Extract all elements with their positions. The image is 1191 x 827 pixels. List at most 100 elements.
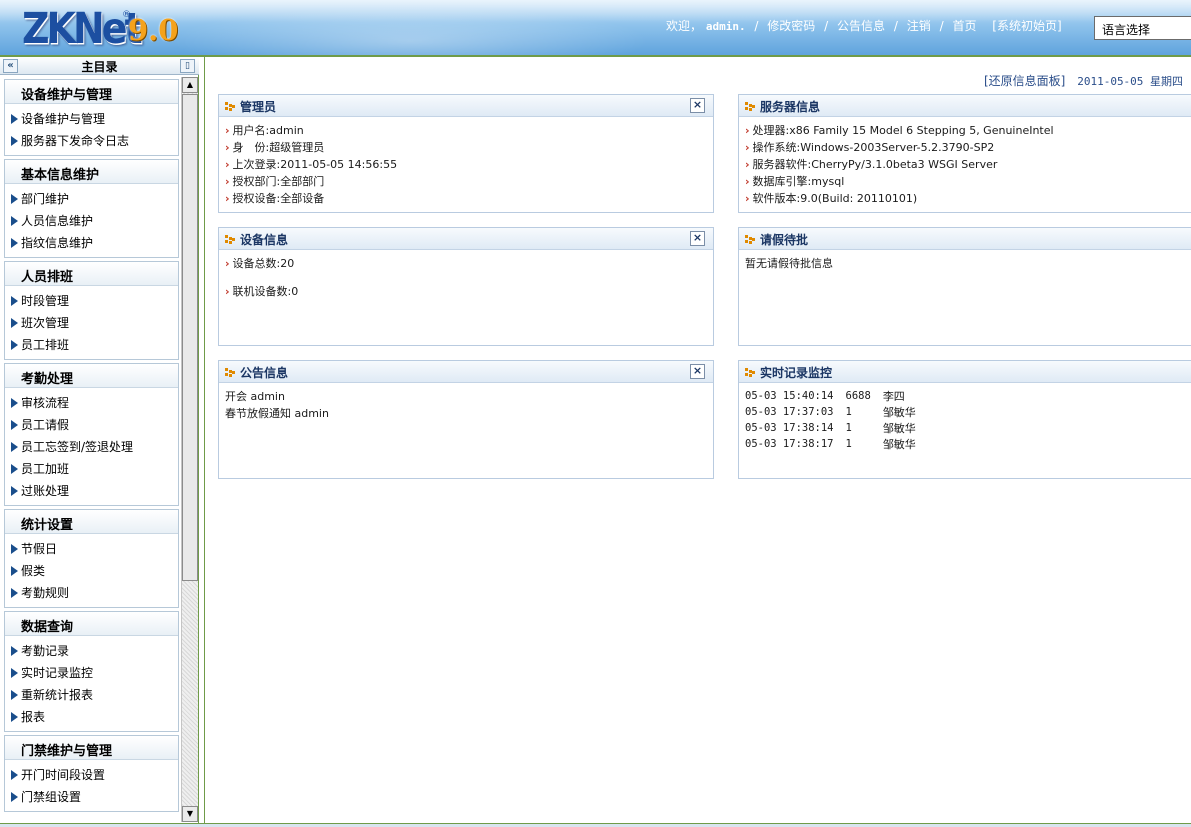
- grid-dots-icon: [225, 368, 235, 377]
- nav-separator: /: [893, 19, 898, 33]
- menu-item-label: 时段管理: [21, 294, 70, 308]
- menu-item-overtime[interactable]: 员工加班: [5, 457, 178, 479]
- menu-item-label: 班次管理: [21, 316, 70, 330]
- grid-dots-icon: [225, 235, 235, 244]
- menu-item-forgot-sign[interactable]: 员工忘签到/签退处理: [5, 435, 178, 457]
- panel-header: 请假待批: [739, 228, 1191, 250]
- scroll-down-icon[interactable]: ▼: [182, 806, 198, 822]
- sidebar-scrollbar[interactable]: ▲ ▼: [181, 77, 198, 822]
- scroll-up-icon[interactable]: ▲: [182, 77, 198, 93]
- close-icon[interactable]: ×: [690, 364, 705, 379]
- close-icon[interactable]: ×: [690, 98, 705, 113]
- menu-item-leave-types[interactable]: 假类: [5, 559, 178, 581]
- scroll-thumb[interactable]: [182, 94, 198, 581]
- menu-item-label: 过账处理: [21, 484, 70, 498]
- menu-item-shift[interactable]: 班次管理: [5, 311, 178, 333]
- chevron-right-icon: ›: [225, 257, 230, 270]
- menu-item-server-command-log[interactable]: 服务器下发命令日志: [5, 129, 178, 151]
- server-panel: 服务器信息 › 处理器:x86 Family 15 Model 6 Steppin…: [738, 94, 1191, 213]
- nav-separator: /: [754, 19, 759, 33]
- panel-header: 实时记录监控: [739, 361, 1191, 383]
- menu-item-leave[interactable]: 员工请假: [5, 413, 178, 435]
- info-row: › 用户名:admin: [225, 122, 713, 139]
- triangle-right-icon: [11, 588, 18, 598]
- logout-link[interactable]: 注销: [907, 19, 931, 33]
- menu-group-title[interactable]: 统计设置: [5, 510, 178, 534]
- sidebar-title-bar: 主目录 « ▯: [0, 57, 199, 75]
- menu-item-device-maintenance[interactable]: 设备维护与管理: [5, 107, 178, 129]
- menu-item-holidays[interactable]: 节假日: [5, 537, 178, 559]
- triangle-right-icon: [11, 114, 18, 124]
- triangle-right-icon: [11, 566, 18, 576]
- info-row: › 设备总数:20: [225, 255, 713, 272]
- restore-panels-link[interactable]: [还原信息面板]: [984, 74, 1065, 88]
- notice-item[interactable]: 开会 admin: [225, 388, 713, 405]
- pin-icon[interactable]: ▯: [180, 59, 195, 73]
- triangle-right-icon: [11, 318, 18, 328]
- menu-group-title[interactable]: 门禁维护与管理: [5, 736, 178, 760]
- menu-item-fingerprint[interactable]: 指纹信息维护: [5, 231, 178, 253]
- grid-dots-icon: [745, 102, 755, 111]
- menu-item-recalculate-reports[interactable]: 重新统计报表: [5, 683, 178, 705]
- record-name: 邹敏华: [882, 438, 916, 451]
- menu-item-access-group[interactable]: 门禁组设置: [5, 785, 178, 807]
- info-text: 软件版本:9.0(Build: 20110101): [752, 192, 918, 205]
- menu-item-attendance-records[interactable]: 考勤记录: [5, 639, 178, 661]
- chevron-right-icon: ›: [745, 124, 750, 137]
- current-date: 2011-05-05 星期四: [1077, 75, 1184, 88]
- triangle-right-icon: [11, 420, 18, 430]
- record-time: 05-03 17:37:03: [745, 406, 834, 418]
- change-password-link[interactable]: 修改密码: [767, 19, 815, 33]
- chevron-right-icon: ›: [225, 158, 230, 171]
- triangle-right-icon: [11, 340, 18, 350]
- menu-item-employee-schedule[interactable]: 员工排班: [5, 333, 178, 355]
- info-text: 设备总数:20: [232, 257, 295, 270]
- collapse-sidebar-icon[interactable]: «: [3, 59, 18, 73]
- info-text: 服务器软件:CherryPy/3.1.0beta3 WSGI Server: [752, 158, 998, 171]
- grid-dots-icon: [225, 102, 235, 111]
- chevron-right-icon: ›: [225, 124, 230, 137]
- record-name: 邹敏华: [882, 422, 916, 435]
- panel-title: 服务器信息: [760, 100, 821, 114]
- record-pin: 6688: [845, 390, 871, 402]
- notice-item[interactable]: 春节放假通知 admin: [225, 405, 713, 422]
- triangle-right-icon: [11, 136, 18, 146]
- top-nav: 欢迎， admin. / 修改密码 / 公告信息 / 注销 / 首页 [系统初始…: [666, 17, 1062, 34]
- record-pin: 1: [845, 438, 852, 450]
- menu-item-attendance-rules[interactable]: 考勤规则: [5, 581, 178, 603]
- menu-item-department[interactable]: 部门维护: [5, 187, 178, 209]
- chevron-right-icon: ›: [745, 158, 750, 171]
- menu-item-reports[interactable]: 报表: [5, 705, 178, 727]
- menu-group-statistics: 统计设置 节假日 假类 考勤规则: [4, 509, 179, 608]
- menu-group-title[interactable]: 数据查询: [5, 612, 178, 636]
- announcements-link[interactable]: 公告信息: [837, 19, 885, 33]
- info-row: › 操作系统:Windows-2003Server-5.2.3790-SP2: [745, 139, 1191, 156]
- current-username: admin.: [705, 20, 746, 33]
- menu-group-title[interactable]: 基本信息维护: [5, 160, 178, 184]
- notice-panel: 公告信息 × 开会 admin 春节放假通知 admin: [218, 360, 714, 479]
- menu-item-posting[interactable]: 过账处理: [5, 479, 178, 501]
- triangle-right-icon: [11, 712, 18, 722]
- menu-item-approval-flow[interactable]: 审核流程: [5, 391, 178, 413]
- menu-item-door-time[interactable]: 开门时间段设置: [5, 763, 178, 785]
- record-name: 邹敏华: [882, 406, 916, 419]
- menu-item-label: 假类: [21, 564, 46, 578]
- top-info: [还原信息面板] 2011-05-05 星期四: [984, 72, 1183, 89]
- menu-group-title[interactable]: 设备维护与管理: [5, 80, 178, 104]
- menu-group-title[interactable]: 人员排班: [5, 262, 178, 286]
- menu-item-timeslot[interactable]: 时段管理: [5, 289, 178, 311]
- menu-item-realtime-monitor[interactable]: 实时记录监控: [5, 661, 178, 683]
- init-page-link[interactable]: [系统初始页]: [992, 19, 1061, 33]
- menu-group-title[interactable]: 考勤处理: [5, 364, 178, 388]
- menu-item-label: 审核流程: [21, 396, 70, 410]
- menu-item-label: 员工忘签到/签退处理: [21, 440, 134, 454]
- menu-item-personnel[interactable]: 人员信息维护: [5, 209, 178, 231]
- language-select[interactable]: 语言选择: [1094, 16, 1191, 40]
- triangle-right-icon: [11, 792, 18, 802]
- menu-item-label: 门禁组设置: [21, 790, 82, 804]
- home-link[interactable]: 首页: [952, 19, 976, 33]
- close-icon[interactable]: ×: [690, 231, 705, 246]
- triangle-right-icon: [11, 486, 18, 496]
- info-text: 联机设备数:0: [232, 285, 299, 298]
- record-time: 05-03 17:38:14: [745, 422, 834, 434]
